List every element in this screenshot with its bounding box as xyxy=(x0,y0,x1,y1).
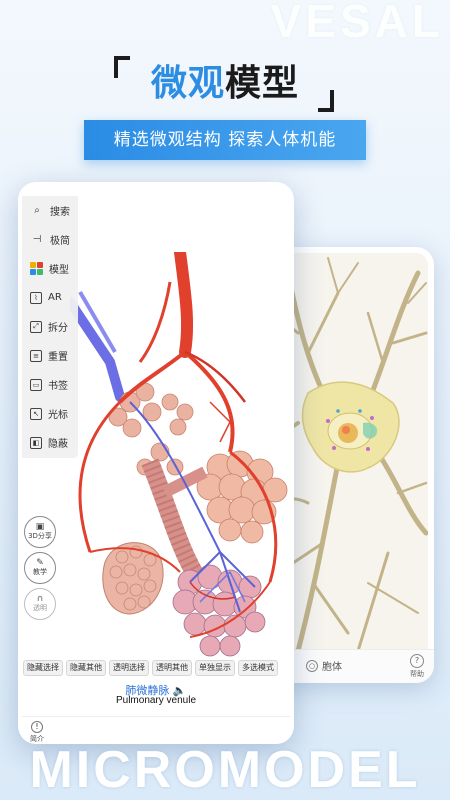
share-3d-label: 3D分享 xyxy=(28,532,52,541)
toolbar-cursor[interactable]: ↖ 光标 xyxy=(22,399,78,428)
soma-button[interactable]: ○ 胞体 xyxy=(306,658,342,673)
toolbar-hide[interactable]: ◧ 隐蔽 xyxy=(22,428,78,457)
left-toolbar: ⌕ 搜索 ⊣ 极简 模型 ⌇ AR ⤢ 拆分 ≡ 重置 ▭ 书签 ↖ 光标 ◧ … xyxy=(22,196,78,458)
search-icon: ⌕ xyxy=(34,205,40,216)
help-label: 帮助 xyxy=(410,670,424,678)
reset-icon: ≡ xyxy=(30,349,42,362)
tab-hide-selected[interactable]: 隐藏选择 xyxy=(23,660,63,676)
vesal-watermark: VESAL xyxy=(270,0,444,47)
toolbar-ar[interactable]: ⌇ AR xyxy=(22,283,78,312)
toolbar-model[interactable]: 模型 xyxy=(22,254,78,283)
model-grid-icon xyxy=(30,262,43,275)
headline-highlight: 微观 xyxy=(150,63,225,104)
headline: 微观模型 xyxy=(0,52,450,112)
teach-button[interactable]: ✎ 教学 xyxy=(24,552,56,584)
info-icon: ! xyxy=(31,721,43,733)
headline-rest: 模型 xyxy=(225,63,300,104)
front-phone-mockup: ⌕ 搜索 ⊣ 极简 模型 ⌇ AR ⤢ 拆分 ≡ 重置 ▭ 书签 ↖ 光标 ◧ … xyxy=(18,182,294,744)
tab-multiselect[interactable]: 多选模式 xyxy=(238,660,278,676)
soma-icon: ○ xyxy=(306,659,318,672)
tagline-banner: 精选微观结构 探索人体机能 xyxy=(84,120,366,160)
toolbar-label: 极简 xyxy=(50,236,70,247)
toolbar-minimal[interactable]: ⊣ 极简 xyxy=(22,225,78,254)
toolbar-label: 搜索 xyxy=(50,207,70,218)
tab-transparent-others[interactable]: 透明其他 xyxy=(152,660,192,676)
lung-microstructure-model[interactable] xyxy=(70,252,290,662)
toolbar-bookmark[interactable]: ▭ 书签 xyxy=(22,370,78,399)
micromodel-watermark: MICROMODEL xyxy=(29,741,421,799)
toolbar-label: 拆分 xyxy=(48,323,68,334)
help-button[interactable]: ? 帮助 xyxy=(410,654,424,679)
help-icon: ? xyxy=(410,654,424,668)
ar-icon: ⌇ xyxy=(30,291,42,304)
toolbar-search[interactable]: ⌕ 搜索 xyxy=(22,196,78,225)
hide-icon: ◧ xyxy=(30,436,42,449)
soma-label: 胞体 xyxy=(322,662,342,673)
share-3d-button[interactable]: ▣ 3D分享 xyxy=(24,516,56,548)
headline-title: 微观模型 xyxy=(0,54,450,106)
toolbar-label: 隐蔽 xyxy=(48,439,68,450)
toolbar-reset[interactable]: ≡ 重置 xyxy=(22,341,78,370)
split-icon: ⤢ xyxy=(30,320,42,333)
tab-hide-others[interactable]: 隐藏其他 xyxy=(66,660,106,676)
toolbar-label: 模型 xyxy=(49,265,69,276)
toolbar-label: 光标 xyxy=(48,410,68,421)
toolbar-label: 书签 xyxy=(48,381,68,392)
ghost-button[interactable]: ∩ 透明 xyxy=(24,588,56,620)
teach-label: 教学 xyxy=(33,568,47,577)
toolbar-split[interactable]: ⤢ 拆分 xyxy=(22,312,78,341)
tab-transparent-selected[interactable]: 透明选择 xyxy=(109,660,149,676)
bracket-right-decoration xyxy=(318,90,334,112)
toolbar-label: AR xyxy=(48,292,62,303)
cursor-icon: ↖ xyxy=(30,407,42,420)
bottom-action-tabs: 隐藏选择 隐藏其他 透明选择 透明其他 单独显示 多选模式 xyxy=(22,660,290,676)
tab-show-alone[interactable]: 单独显示 xyxy=(195,660,235,676)
structure-name-en: Pulmonary venule xyxy=(115,695,197,706)
minimal-icon: ⊣ xyxy=(32,234,42,245)
ghost-label: 透明 xyxy=(33,604,47,613)
toolbar-label: 重置 xyxy=(48,352,68,363)
bookmark-icon: ▭ xyxy=(30,378,42,391)
app-screen: ⌕ 搜索 ⊣ 极简 模型 ⌇ AR ⤢ 拆分 ≡ 重置 ▭ 书签 ↖ 光标 ◧ … xyxy=(22,196,290,744)
